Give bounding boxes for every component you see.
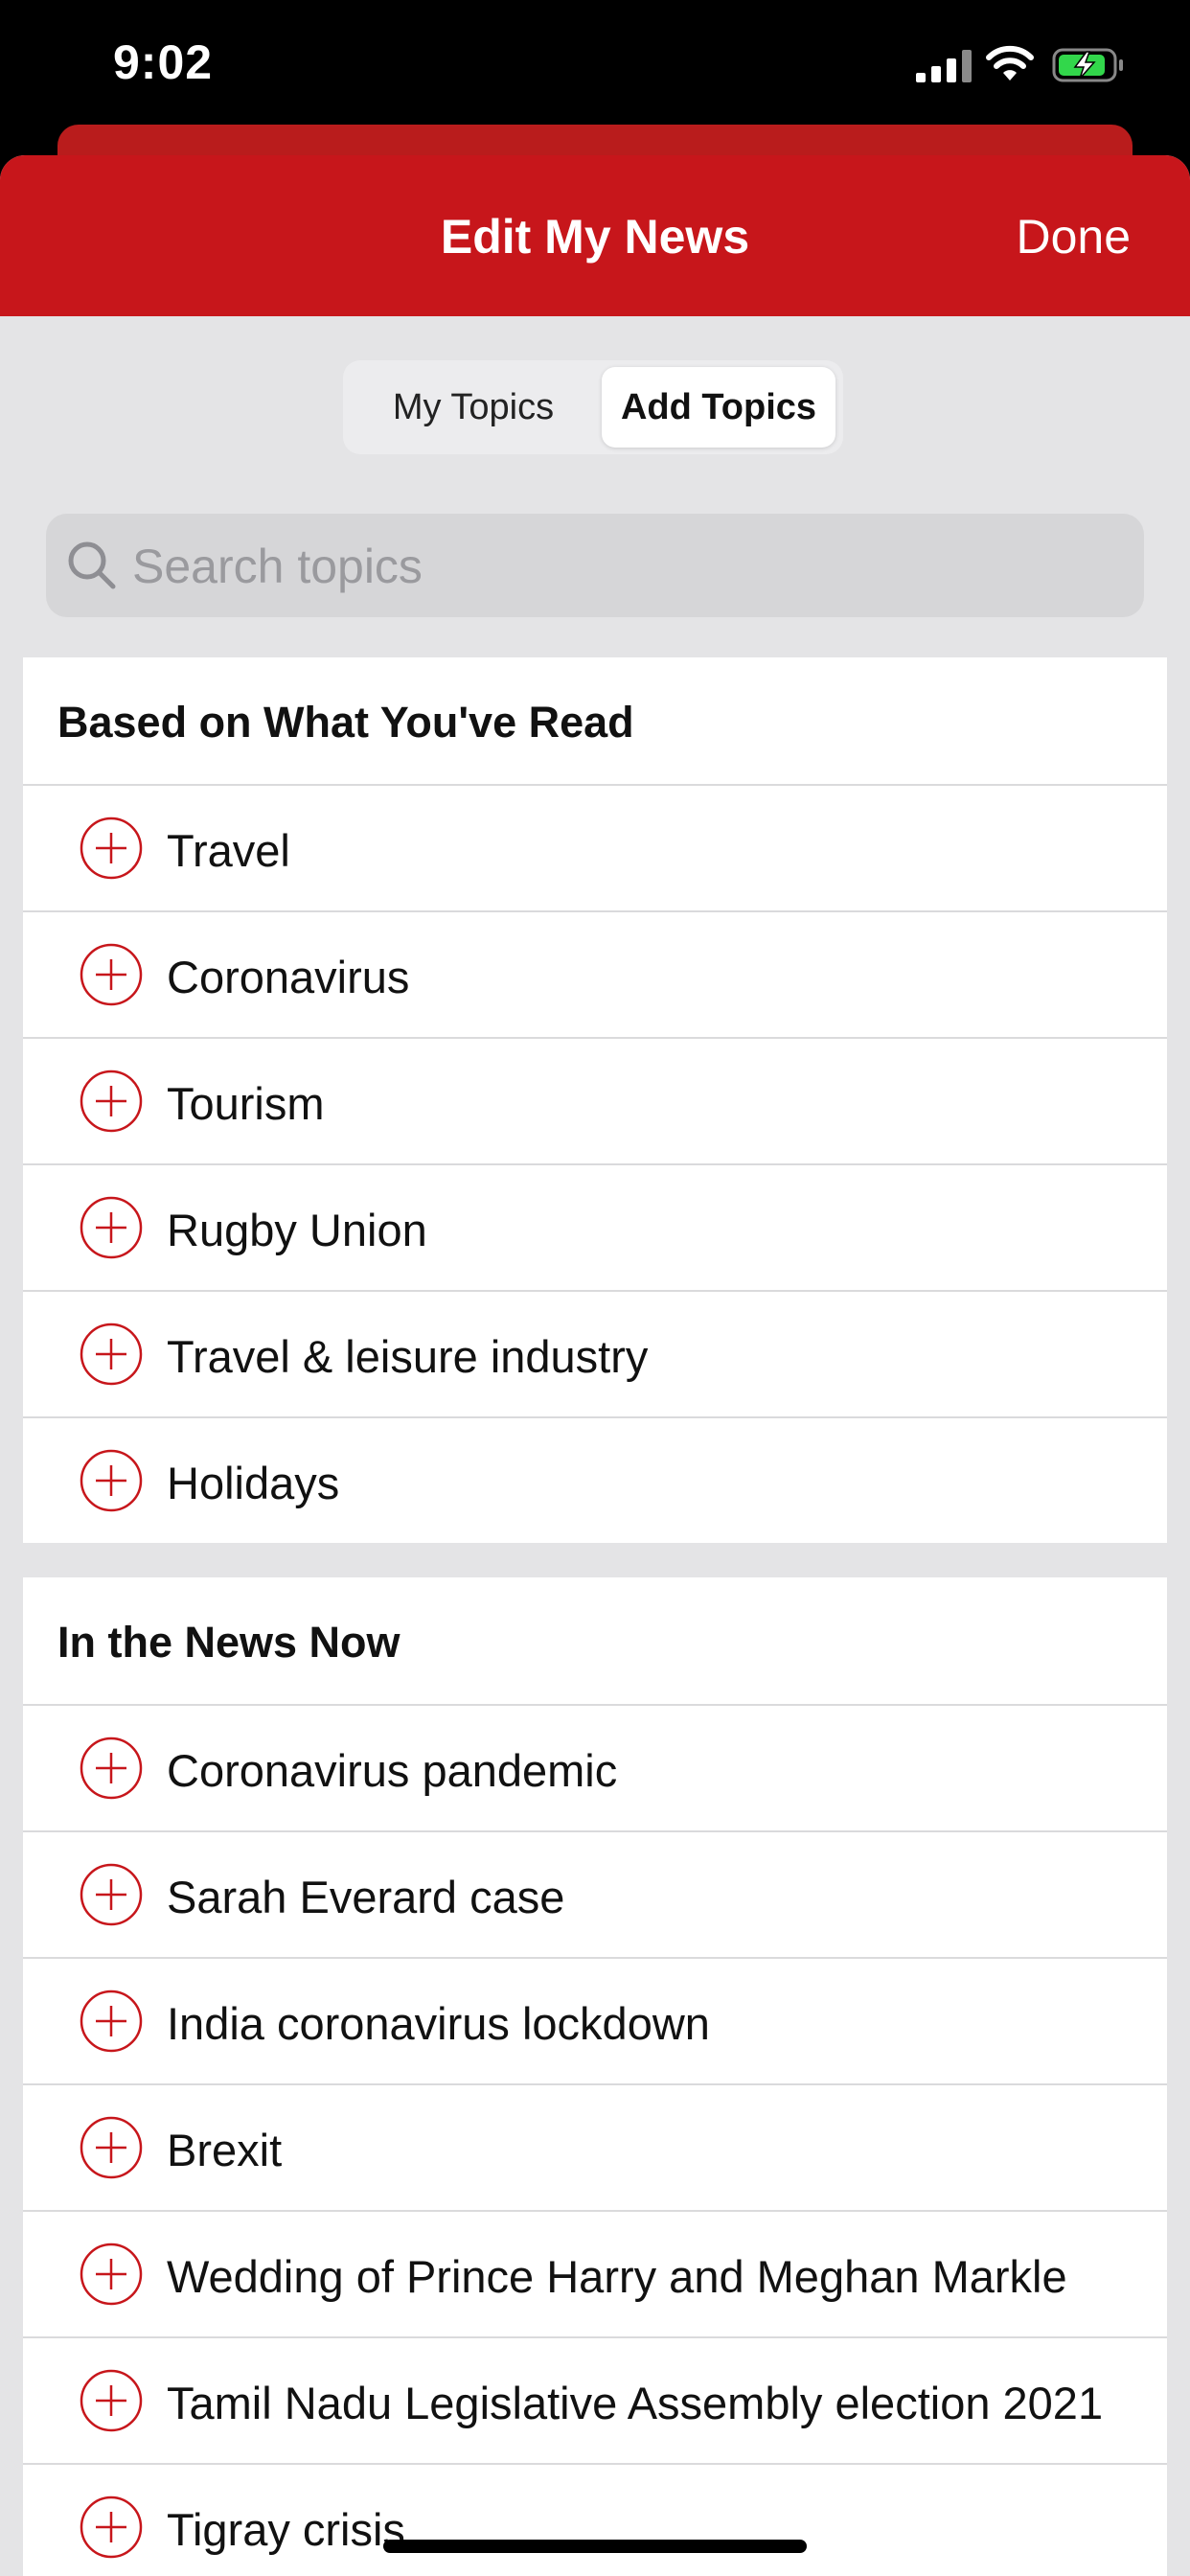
topic-label: Brexit: [167, 2125, 283, 2175]
plus-circle-icon[interactable]: [79, 816, 144, 881]
topic-row-royal-wedding[interactable]: Wedding of Prince Harry and Meghan Markl…: [23, 2212, 1167, 2338]
plus-circle-icon[interactable]: [79, 2115, 144, 2180]
plus-circle-icon[interactable]: [79, 1736, 144, 1801]
edit-news-sheet: Edit My News Done My Topics Add Topics B…: [0, 155, 1190, 2576]
cellular-signal-icon: [916, 50, 972, 82]
topic-label: India coronavirus lockdown: [167, 1998, 710, 2049]
home-indicator[interactable]: [383, 2540, 807, 2553]
plus-circle-icon[interactable]: [79, 942, 144, 1007]
topic-row-tourism[interactable]: Tourism: [23, 1039, 1167, 1165]
plus-circle-icon[interactable]: [79, 1862, 144, 1927]
plus-circle-icon[interactable]: [79, 1195, 144, 1260]
topic-row-travel[interactable]: Travel: [23, 786, 1167, 912]
plus-circle-icon[interactable]: [79, 2495, 144, 2560]
topic-label: Travel & leisure industry: [167, 1331, 649, 1382]
page-title: Edit My News: [440, 210, 750, 264]
section-based-on-reading: Based on What You've Read Travel Coronav…: [23, 657, 1167, 1543]
topic-label: Coronavirus: [167, 952, 410, 1002]
section-header: Based on What You've Read: [23, 657, 1167, 786]
tab-add-topics[interactable]: Add Topics: [602, 367, 835, 448]
plus-circle-icon[interactable]: [79, 1448, 144, 1513]
search-input[interactable]: [130, 527, 1121, 606]
done-button[interactable]: Done: [1016, 209, 1131, 264]
topic-label: Tigray crisis: [167, 2504, 405, 2555]
status-time: 9:02: [113, 35, 214, 89]
section-in-the-news: In the News Now Coronavirus pandemic Sar…: [23, 1577, 1167, 2576]
topic-label: Sarah Everard case: [167, 1872, 565, 1922]
topic-row-coronavirus-pandemic[interactable]: Coronavirus pandemic: [23, 1706, 1167, 1832]
topic-row-india-lockdown[interactable]: India coronavirus lockdown: [23, 1959, 1167, 2085]
topic-label: Coronavirus pandemic: [167, 1745, 618, 1796]
topic-row-travel-leisure[interactable]: Travel & leisure industry: [23, 1292, 1167, 1418]
topics-segmented-control: My Topics Add Topics: [343, 360, 843, 454]
navigation-bar: Edit My News Done: [0, 155, 1190, 316]
topic-row-tigray-crisis[interactable]: Tigray crisis: [23, 2465, 1167, 2576]
search-icon: [68, 541, 116, 589]
topic-row-tamil-nadu-election[interactable]: Tamil Nadu Legislative Assembly election…: [23, 2338, 1167, 2465]
search-bar[interactable]: [46, 514, 1144, 617]
topic-row-coronavirus[interactable]: Coronavirus: [23, 912, 1167, 1039]
status-bar: 9:02: [0, 0, 1190, 125]
topic-label: Wedding of Prince Harry and Meghan Markl…: [167, 2251, 1067, 2302]
topic-label: Tamil Nadu Legislative Assembly election…: [167, 2378, 1104, 2428]
topic-row-brexit[interactable]: Brexit: [23, 2085, 1167, 2212]
topic-row-sarah-everard[interactable]: Sarah Everard case: [23, 1832, 1167, 1959]
plus-circle-icon[interactable]: [79, 1989, 144, 2054]
battery-charging-icon: [1052, 48, 1123, 82]
topic-label: Holidays: [167, 1458, 340, 1508]
topic-row-rugby-union[interactable]: Rugby Union: [23, 1165, 1167, 1292]
section-header: In the News Now: [23, 1577, 1167, 1706]
plus-circle-icon[interactable]: [79, 1322, 144, 1387]
section-title: Based on What You've Read: [57, 698, 634, 747]
section-title: In the News Now: [57, 1618, 400, 1667]
topic-label: Travel: [167, 825, 290, 876]
tab-my-topics[interactable]: My Topics: [351, 367, 596, 448]
wifi-icon: [986, 45, 1034, 80]
plus-circle-icon[interactable]: [79, 2368, 144, 2433]
topic-label: Rugby Union: [167, 1205, 427, 1255]
topic-label: Tourism: [167, 1078, 325, 1129]
plus-circle-icon[interactable]: [79, 2242, 144, 2307]
plus-circle-icon[interactable]: [79, 1069, 144, 1134]
topic-row-holidays[interactable]: Holidays: [23, 1418, 1167, 1543]
